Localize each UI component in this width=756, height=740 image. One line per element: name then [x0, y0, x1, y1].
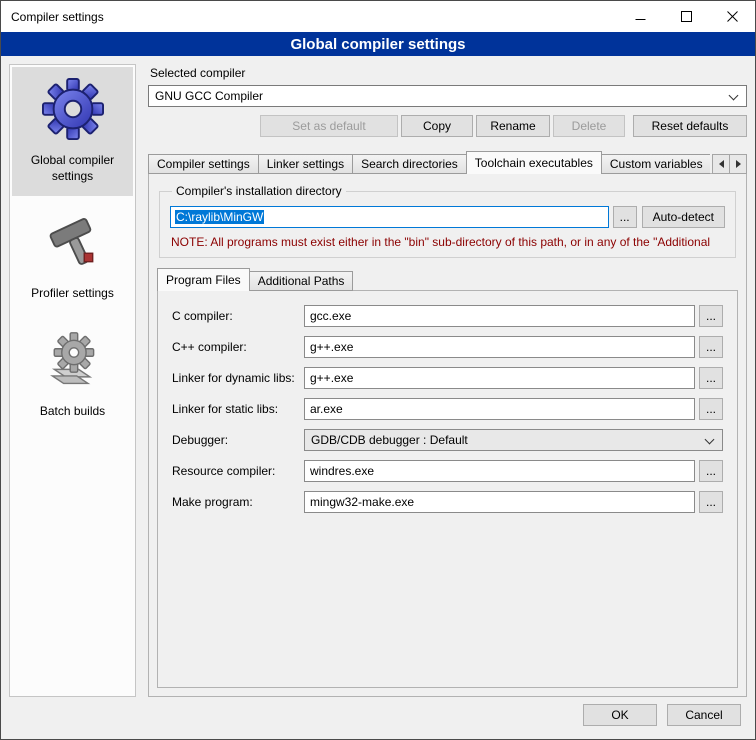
installation-directory-browse-button[interactable]: ... — [613, 206, 637, 228]
tab-scroll-right-button[interactable] — [729, 154, 747, 174]
resource-compiler-label: Resource compiler: — [172, 464, 304, 478]
sidebar-item-profiler-settings[interactable]: Profiler settings — [12, 200, 133, 314]
cpp-compiler-browse-button[interactable]: ... — [699, 336, 723, 358]
main-panel: Selected compiler GNU GCC Compiler Set a… — [148, 64, 747, 697]
window-title: Compiler settings — [1, 10, 104, 24]
maximize-icon — [681, 11, 692, 22]
c-compiler-input[interactable] — [304, 305, 695, 327]
title-bar: Compiler settings — [1, 1, 755, 32]
c-compiler-label: C compiler: — [172, 309, 304, 323]
linker-static-input[interactable] — [304, 398, 695, 420]
compiler-settings-window: Compiler settings Global compiler settin… — [0, 0, 756, 740]
program-files-page: C compiler: ... C++ compiler: ... Linker… — [157, 290, 738, 688]
make-program-browse-button[interactable]: ... — [699, 491, 723, 513]
cpp-compiler-label: C++ compiler: — [172, 340, 304, 354]
installation-directory-value: C:\raylib\MinGW — [175, 210, 264, 224]
settings-tabstrip: Compiler settings Linker settings Search… — [148, 151, 747, 174]
chevron-down-icon — [705, 435, 715, 445]
cpp-compiler-row: C++ compiler: ... — [172, 336, 723, 358]
sidebar-item-label: Global compiler settings — [16, 153, 129, 184]
linker-static-browse-button[interactable]: ... — [699, 398, 723, 420]
copy-button[interactable]: Copy — [401, 115, 473, 137]
compiler-actions: Set as default Copy Rename Delete Reset … — [148, 115, 747, 137]
window-controls — [617, 1, 755, 32]
close-button[interactable] — [709, 1, 755, 32]
sidebar-item-global-compiler-settings[interactable]: Global compiler settings — [12, 67, 133, 196]
tab-program-files[interactable]: Program Files — [157, 268, 250, 291]
programs-tabstrip: Program Files Additional Paths — [157, 268, 738, 291]
c-compiler-browse-button[interactable]: ... — [699, 305, 723, 327]
linker-dynamic-row: Linker for dynamic libs: ... — [172, 367, 723, 389]
installation-note: NOTE: All programs must exist either in … — [171, 235, 724, 249]
maximize-button[interactable] — [663, 1, 709, 32]
ok-button[interactable]: OK — [583, 704, 657, 726]
debugger-value: GDB/CDB debugger : Default — [311, 433, 468, 447]
toolchain-executables-page: Compiler's installation directory C:\ray… — [148, 173, 747, 697]
close-icon — [727, 11, 738, 22]
rename-button[interactable]: Rename — [476, 115, 550, 137]
sidebar-item-label: Batch builds — [40, 404, 105, 420]
linker-static-row: Linker for static libs: ... — [172, 398, 723, 420]
resource-compiler-row: Resource compiler: ... — [172, 460, 723, 482]
make-program-input[interactable] — [304, 491, 695, 513]
cancel-button[interactable]: Cancel — [667, 704, 741, 726]
tab-additional-paths[interactable]: Additional Paths — [249, 271, 354, 291]
c-compiler-row: C compiler: ... — [172, 305, 723, 327]
tab-search-directories[interactable]: Search directories — [352, 154, 467, 174]
delete-button[interactable]: Delete — [553, 115, 625, 137]
debugger-row: Debugger: GDB/CDB debugger : Default — [172, 429, 723, 451]
installation-directory-group: Compiler's installation directory C:\ray… — [159, 184, 736, 258]
programs-tabs: Program Files Additional Paths — [157, 268, 353, 291]
batch-builds-gear-icon — [41, 328, 105, 392]
selected-compiler-value: GNU GCC Compiler — [155, 89, 263, 103]
global-compiler-gear-icon — [41, 77, 105, 141]
linker-dynamic-label: Linker for dynamic libs: — [172, 371, 304, 385]
installation-directory-row: C:\raylib\MinGW ... Auto-detect — [170, 206, 725, 228]
selected-compiler-select[interactable]: GNU GCC Compiler — [148, 85, 747, 107]
make-program-label: Make program: — [172, 495, 304, 509]
selected-compiler-label: Selected compiler — [150, 66, 747, 80]
settings-sidebar: Global compiler settings Profiler settin… — [9, 64, 136, 697]
auto-detect-button[interactable]: Auto-detect — [642, 206, 725, 228]
settings-tabs: Compiler settings Linker settings Search… — [148, 151, 710, 174]
minimize-button[interactable] — [617, 1, 663, 32]
resource-compiler-browse-button[interactable]: ... — [699, 460, 723, 482]
dialog-footer: OK Cancel — [1, 701, 755, 739]
debugger-select[interactable]: GDB/CDB debugger : Default — [304, 429, 723, 451]
tab-toolchain-executables[interactable]: Toolchain executables — [466, 151, 602, 174]
minimize-icon — [635, 11, 646, 22]
linker-dynamic-input[interactable] — [304, 367, 695, 389]
profiler-tool-icon — [41, 210, 105, 274]
tab-linker-settings[interactable]: Linker settings — [258, 154, 353, 174]
sidebar-item-batch-builds[interactable]: Batch builds — [12, 318, 133, 432]
chevron-down-icon — [729, 91, 739, 101]
page-title: Global compiler settings — [290, 36, 465, 53]
installation-directory-input[interactable]: C:\raylib\MinGW — [170, 206, 609, 228]
tab-scroll-left-button[interactable] — [712, 154, 730, 174]
tab-scroll-buttons — [712, 154, 747, 174]
resource-compiler-input[interactable] — [304, 460, 695, 482]
make-program-row: Make program: ... — [172, 491, 723, 513]
dialog-body: Global compiler settings Profiler settin… — [1, 56, 755, 701]
tab-scroll-left-icon — [719, 160, 724, 168]
tab-custom-variables[interactable]: Custom variables — [601, 154, 710, 174]
cpp-compiler-input[interactable] — [304, 336, 695, 358]
linker-static-label: Linker for static libs: — [172, 402, 304, 416]
tab-compiler-settings[interactable]: Compiler settings — [148, 154, 259, 174]
sidebar-item-label: Profiler settings — [31, 286, 114, 302]
dialog-header: Global compiler settings — [1, 32, 755, 56]
debugger-label: Debugger: — [172, 433, 304, 447]
linker-dynamic-browse-button[interactable]: ... — [699, 367, 723, 389]
installation-directory-group-title: Compiler's installation directory — [172, 184, 346, 198]
reset-defaults-button[interactable]: Reset defaults — [633, 115, 747, 137]
tab-scroll-right-icon — [736, 160, 741, 168]
set-as-default-button[interactable]: Set as default — [260, 115, 398, 137]
